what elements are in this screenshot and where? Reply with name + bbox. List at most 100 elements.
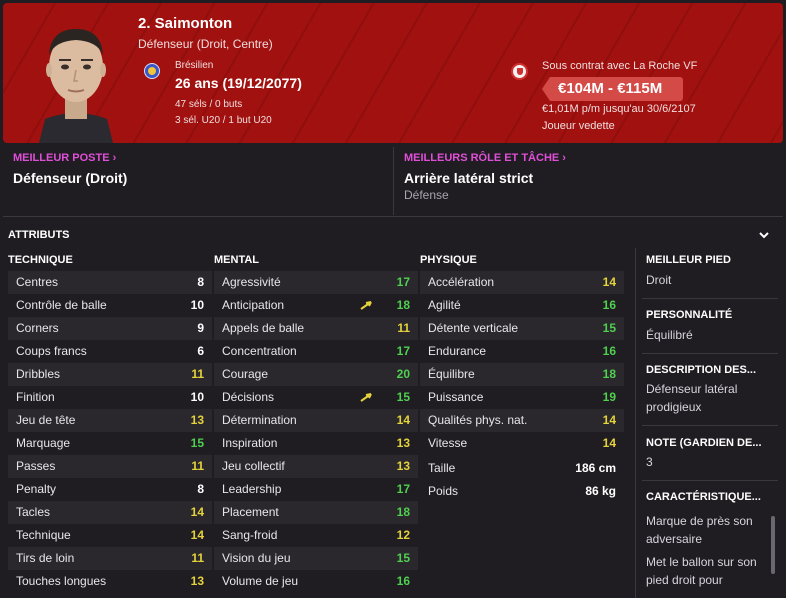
attribute-row[interactable]: Vitesse 14 [420,432,624,455]
attribute-row[interactable]: Agressivité 17 [214,271,418,294]
attribute-row[interactable]: Décisions 15 [214,386,418,409]
attribute-value: 15 [396,390,410,404]
club-badge-icon[interactable] [511,63,528,80]
attribute-label: Passes [16,459,56,473]
attribute-row[interactable]: Contrôle de balle 10 [8,294,212,317]
description-value: Défenseur latéral prodigieux [646,382,738,414]
player-position: Défenseur (Droit, Centre) [138,37,273,51]
contract-info[interactable]: Sous contrat avec La Roche VF [542,60,697,72]
chevron-down-icon[interactable] [757,228,771,242]
attribute-row[interactable]: Agilité 16 [420,294,624,317]
attribute-row[interactable]: Concentration 17 [214,340,418,363]
attribute-label: Décisions [222,390,275,404]
attribute-row[interactable]: Détente verticale 15 [420,317,624,340]
attribute-label: Courage [222,367,269,381]
attribute-label: Placement [222,505,279,519]
brazil-flag-icon[interactable] [144,63,160,79]
youth-caps: 3 sél. U20 / 1 but U20 [175,115,272,126]
attribute-row[interactable]: Centres 8 [8,271,212,294]
attribute-row[interactable]: Endurance 16 [420,340,624,363]
attribute-row[interactable]: Équilibre 18 [420,363,624,386]
attribute-row[interactable]: Jeu de tête 13 [8,409,212,432]
attribute-row[interactable]: Coups francs 6 [8,340,212,363]
attribute-row[interactable]: Jeu collectif 13 [214,455,418,478]
attribute-label: Tacles [16,505,51,519]
best-role-panel[interactable]: MEILLEURS RÔLE ET TÂCHE › Arrière latéra… [393,147,783,215]
attribute-row[interactable]: Passes 11 [8,455,212,478]
best-position-value: Défenseur (Droit) [13,170,128,186]
improvement-arrow-icon [360,301,372,310]
attribute-row[interactable]: Touches longues 13 [8,570,212,593]
player-avatar[interactable] [31,15,121,143]
physique-list: Accélération 14 Agilité 16 Détente verticale… [420,271,624,455]
divider [642,353,778,354]
attribute-value: 14 [190,528,204,542]
mental-title: MENTAL [214,254,260,266]
attribute-row[interactable]: Courage 20 [214,363,418,386]
attributes-title: ATTRIBUTS [8,229,70,241]
weight-row: Poids 86 kg [420,481,624,503]
divider [3,216,783,217]
attribute-row[interactable]: Leadership 17 [214,478,418,501]
attribute-value: 11 [191,459,204,473]
best-foot-title: MEILLEUR PIED [646,254,731,266]
chevron-right-icon: › [112,152,117,164]
attribute-row[interactable]: Détermination 14 [214,409,418,432]
best-position-panel[interactable]: MEILLEUR POSTE › Défenseur (Droit) [3,147,391,215]
attribute-value: 18 [602,367,616,381]
attribute-value: 14 [602,413,616,427]
attribute-label: Sang-froid [222,528,278,542]
description-title: DESCRIPTION DES... [646,364,757,376]
attribute-label: Penalty [16,482,57,496]
attribute-row[interactable]: Puissance 19 [420,386,624,409]
attribute-label: Marquage [16,436,71,450]
attribute-value: 16 [396,574,410,588]
attribute-row[interactable]: Qualités phys. nat. 14 [420,409,624,432]
attribute-label: Qualités phys. nat. [428,413,528,427]
attribute-label: Endurance [428,344,487,358]
height-row: Taille 186 cm [420,458,624,480]
attribute-label: Équilibre [428,367,475,381]
personality-title: PERSONNALITÉ [646,309,733,321]
attribute-row[interactable]: Appels de balle 11 [214,317,418,340]
attribute-value: 14 [602,436,616,450]
attribute-value: 18 [396,298,410,312]
best-foot-value: Droit [646,273,672,287]
height-label: Taille [428,461,456,475]
attribute-row[interactable]: Vision du jeu 15 [214,547,418,570]
attribute-row[interactable]: Tirs de loin 11 [8,547,212,570]
attribute-row[interactable]: Sang-froid 12 [214,524,418,547]
attribute-label: Agressivité [222,275,281,289]
trait-item: Marque de près son adversaire [646,514,753,546]
attribute-label: Appels de balle [222,321,305,335]
wage-info: €1,01M p/m jusqu'au 30/6/2107 [542,103,696,115]
divider [642,425,778,426]
attribute-row[interactable]: Corners 9 [8,317,212,340]
attribute-row[interactable]: Volume de jeu 16 [214,570,418,593]
attribute-label: Corners [16,321,59,335]
attribute-row[interactable]: Accélération 14 [420,271,624,294]
attribute-row[interactable]: Inspiration 13 [214,432,418,455]
attribute-row[interactable]: Placement 18 [214,501,418,524]
physique-title: PHYSIQUE [420,254,477,266]
best-position-title[interactable]: MEILLEUR POSTE › [13,152,116,164]
attribute-row[interactable]: Finition 10 [8,386,212,409]
attribute-label: Puissance [428,390,484,404]
best-role-duty: Défense [404,188,449,202]
attribute-label: Détente verticale [428,321,519,335]
divider [642,480,778,481]
attribute-label: Anticipation [222,298,285,312]
best-role-title[interactable]: MEILLEURS RÔLE ET TÂCHE › [404,152,566,164]
squad-status: Joueur vedette [542,120,615,132]
weight-label: Poids [428,484,459,498]
attribute-row[interactable]: Dribbles 11 [8,363,212,386]
attribute-row[interactable]: Marquage 15 [8,432,212,455]
improvement-arrow-icon [360,393,372,402]
attribute-row[interactable]: Technique 14 [8,524,212,547]
attribute-row[interactable]: Penalty 8 [8,478,212,501]
attribute-value: 11 [191,551,204,565]
traits-scrollbar[interactable] [771,516,775,574]
transfer-value-badge[interactable]: €104M - €115M [542,77,683,101]
attribute-row[interactable]: Tacles 14 [8,501,212,524]
attribute-row[interactable]: Anticipation 18 [214,294,418,317]
